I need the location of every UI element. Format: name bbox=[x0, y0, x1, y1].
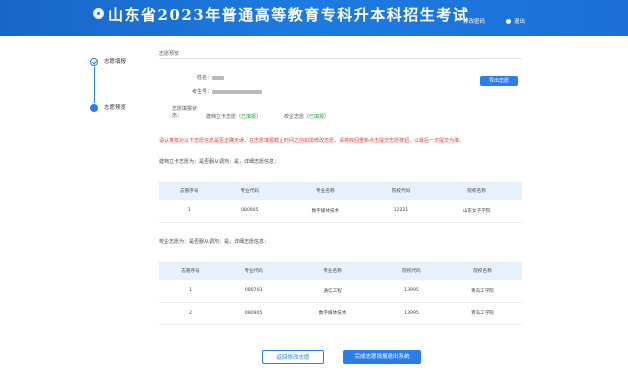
column-header: 志愿序号 bbox=[159, 262, 223, 280]
export-button[interactable]: 导出志愿 bbox=[480, 76, 518, 86]
status-jianda-close: ） bbox=[256, 114, 262, 120]
power-icon bbox=[506, 19, 511, 24]
name-row: 姓名： bbox=[197, 74, 225, 81]
table-cell: 青岛工学院 bbox=[443, 280, 522, 303]
table-cell: 1 bbox=[159, 280, 223, 303]
xiaoqi-table: 志愿序号 专业代码 专业名称 院校代码 院校名称 1 080703 通信工程 13995 青岛工… bbox=[159, 262, 522, 325]
table-cell: 12221 bbox=[370, 200, 432, 223]
page-title: 山东省2023年普通高等教育专科升本科招生考试 bbox=[108, 6, 470, 24]
step-preview[interactable]: 志愿预览 bbox=[90, 103, 126, 112]
column-header: 专业名称 bbox=[285, 262, 380, 280]
step-fill-label: 志愿填报 bbox=[104, 59, 127, 65]
step-nav: 志愿填报 志愿预览 bbox=[90, 55, 150, 115]
exam-no-row: 考生号： bbox=[192, 88, 263, 95]
step-connector bbox=[93, 67, 95, 103]
status-xiaoqi: 校企志愿（已填报） bbox=[284, 113, 329, 120]
check-icon bbox=[90, 57, 98, 66]
column-header: 专业代码 bbox=[219, 182, 280, 200]
exam-no-masked bbox=[212, 89, 263, 94]
logout-link[interactable]: 退出 bbox=[506, 17, 525, 25]
table-cell: 数字媒体技术 bbox=[285, 302, 380, 325]
column-header: 专业名称 bbox=[280, 182, 371, 200]
section2-title: 校企志愿为：是否服从调剂：是，详细志愿信息： bbox=[159, 239, 270, 245]
column-header: 院校代码 bbox=[379, 262, 444, 280]
column-header: 专业代码 bbox=[222, 262, 286, 280]
jianda-table: 志愿序号 专业代码 专业名称 院校代码 院校名称 1 080905 数字媒体技术 12221 山… bbox=[159, 182, 522, 223]
table-cell: 2 bbox=[159, 302, 223, 325]
table-cell: 数字媒体技术 bbox=[280, 200, 371, 223]
table-cell: 13995 bbox=[379, 302, 444, 325]
divider bbox=[159, 58, 522, 59]
back-edit-button[interactable]: 返回修改志愿 bbox=[262, 350, 324, 364]
finish-exit-button[interactable]: 完成志愿填报退出系统 bbox=[343, 350, 421, 364]
table-header-row: 志愿序号 专业代码 专业名称 院校代码 院校名称 bbox=[159, 262, 522, 280]
status-label: 志愿填报状态： bbox=[172, 106, 198, 119]
status-jianda: 建档立卡志愿（已填报） bbox=[206, 113, 261, 120]
header-bar: 山东省2023年普通高等教育专科升本科招生考试 修改密码 退出 bbox=[0, 0, 628, 36]
table-cell: 080905 bbox=[222, 302, 286, 325]
status-jianda-value: 已填报 bbox=[241, 114, 257, 120]
table-cell: 13995 bbox=[379, 280, 444, 303]
edit-password-link[interactable]: 修改密码 bbox=[463, 17, 485, 25]
table-cell: 1 bbox=[159, 200, 220, 223]
logout-label: 退出 bbox=[514, 19, 526, 25]
step-dot-icon bbox=[90, 103, 98, 112]
section1-title: 建档立卡志愿为：是否服从调剂：是，详细志愿信息： bbox=[159, 159, 280, 165]
name-label: 姓名： bbox=[197, 75, 213, 81]
column-header: 院校名称 bbox=[431, 182, 522, 200]
table-cell: 山东女子学院 bbox=[431, 200, 522, 223]
logo-icon bbox=[93, 8, 104, 19]
table-cell: 青岛工学院 bbox=[443, 302, 522, 325]
exam-no-label: 考生号： bbox=[192, 89, 213, 95]
column-header: 院校代码 bbox=[370, 182, 432, 200]
step-preview-label: 志愿预览 bbox=[104, 105, 127, 111]
table-row: 2 080905 数字媒体技术 13995 青岛工学院 bbox=[159, 302, 522, 325]
table-row: 1 080905 数字媒体技术 12221 山东女子学院 bbox=[159, 200, 522, 223]
column-header: 院校名称 bbox=[443, 262, 522, 280]
status-xiaoqi-close: ） bbox=[324, 114, 330, 120]
status-xiaoqi-label: 校企志愿（ bbox=[284, 114, 310, 120]
table-cell: 通信工程 bbox=[285, 280, 380, 303]
column-header: 志愿序号 bbox=[159, 182, 220, 200]
status-jianda-label: 建档立卡志愿（ bbox=[206, 114, 242, 120]
notice-text: 请认真核对以下志愿信息是否正确无误，在志愿填报截止时间之前如需修改志愿，请将收回… bbox=[159, 138, 465, 144]
name-masked bbox=[212, 75, 225, 80]
status-xiaoqi-value: 已填报 bbox=[309, 114, 325, 120]
panel-title: 志愿预览 bbox=[159, 51, 180, 57]
table-cell: 080703 bbox=[222, 280, 286, 303]
table-cell: 080905 bbox=[219, 200, 280, 223]
table-header-row: 志愿序号 专业代码 专业名称 院校代码 院校名称 bbox=[159, 182, 522, 200]
table-row: 1 080703 通信工程 13995 青岛工学院 bbox=[159, 280, 522, 303]
step-fill[interactable]: 志愿填报 bbox=[90, 57, 126, 66]
